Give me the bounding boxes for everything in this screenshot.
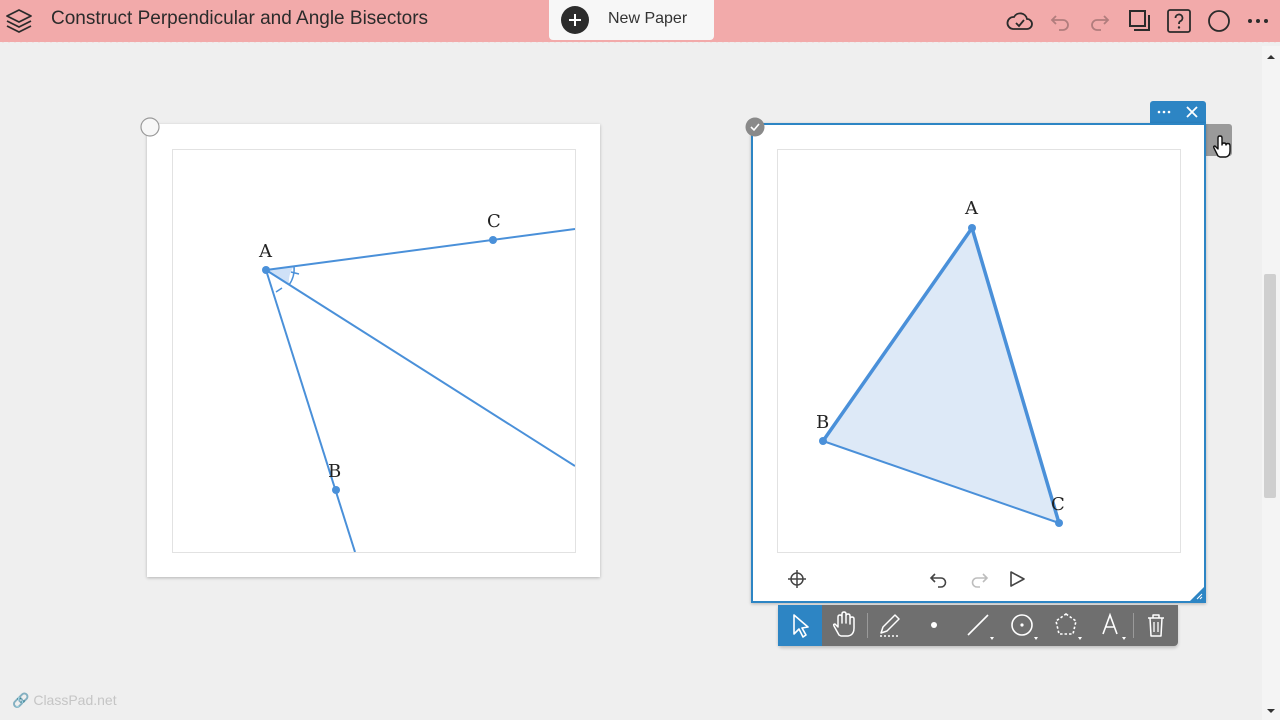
help-icon[interactable]	[1166, 8, 1192, 34]
top-bar-edge	[0, 40, 1280, 45]
layers-icon[interactable]	[4, 6, 34, 36]
card-window-controls	[1150, 101, 1206, 123]
new-paper-button[interactable]: New Paper	[549, 0, 714, 40]
geometry-toolbar	[778, 605, 1178, 646]
point-label-a: A	[964, 198, 979, 219]
undo-icon[interactable]	[1047, 8, 1073, 34]
polygon-tool[interactable]	[1044, 605, 1088, 646]
point-b[interactable]	[332, 486, 340, 494]
left-card-select-circle[interactable]	[140, 117, 160, 137]
pan-tool[interactable]	[822, 605, 866, 646]
circle-icon[interactable]	[1206, 8, 1232, 34]
new-paper-label: New Paper	[608, 10, 688, 27]
point-b[interactable]	[819, 437, 827, 445]
link-icon: 🔗	[12, 692, 30, 708]
more-icon[interactable]	[1153, 103, 1175, 121]
point-c[interactable]	[1055, 519, 1063, 527]
point-tool[interactable]	[912, 605, 956, 646]
arrow-cursor-icon	[793, 614, 809, 638]
right-geometry-card[interactable]: A B C	[751, 123, 1206, 603]
scrollbar-thumb[interactable]	[1264, 274, 1276, 498]
text-tool[interactable]	[1088, 605, 1132, 646]
pen-tool[interactable]	[868, 605, 912, 646]
polygon-icon	[1055, 613, 1082, 640]
angle-bisector-ray[interactable]	[265, 269, 575, 467]
point-label-b: B	[328, 461, 341, 482]
point-icon	[931, 622, 937, 628]
redo-icon[interactable]	[1087, 8, 1113, 34]
left-geometry-card[interactable]: A B C	[147, 124, 600, 577]
point-label-b: B	[816, 412, 829, 433]
resize-handle[interactable]	[1187, 584, 1205, 602]
point-label-a: A	[258, 241, 273, 262]
pen-icon	[880, 614, 900, 637]
more-icon[interactable]	[1245, 8, 1271, 34]
copy-pages-icon[interactable]	[1126, 8, 1152, 34]
redo-icon[interactable]	[968, 568, 990, 590]
watermark-text: ClassPad.net	[33, 692, 117, 708]
delete-tool[interactable]	[1134, 605, 1178, 646]
text-icon	[1102, 612, 1126, 640]
line-tool[interactable]	[956, 605, 1000, 646]
ray-ab[interactable]	[265, 269, 356, 552]
point-c[interactable]	[489, 236, 497, 244]
hand-icon	[832, 611, 855, 637]
ray-ac[interactable]	[265, 228, 575, 271]
undo-icon[interactable]	[928, 568, 950, 590]
play-icon[interactable]	[1006, 568, 1028, 590]
left-geometry-canvas[interactable]: A B C	[172, 149, 576, 553]
hand-pointer-icon	[1212, 135, 1231, 158]
circle-tool-icon	[1011, 614, 1038, 640]
point-label-c: C	[1051, 494, 1065, 515]
trash-icon	[1148, 614, 1164, 637]
right-card-select-circle[interactable]	[745, 117, 765, 137]
point-label-c: C	[487, 211, 501, 232]
scroll-down-icon[interactable]	[1265, 706, 1277, 716]
right-geometry-canvas[interactable]: A B C	[777, 149, 1181, 553]
cloud-check-icon[interactable]	[1005, 8, 1035, 34]
plus-icon	[561, 6, 589, 34]
crosshair-icon[interactable]	[786, 568, 808, 590]
watermark: 🔗 ClassPad.net	[12, 692, 117, 709]
line-icon	[967, 614, 994, 640]
select-tool[interactable]	[778, 605, 822, 646]
close-icon[interactable]	[1181, 103, 1203, 121]
document-title[interactable]: Construct Perpendicular and Angle Bisect…	[51, 8, 428, 30]
point-a[interactable]	[968, 224, 976, 232]
scroll-up-icon[interactable]	[1265, 52, 1277, 62]
circle-tool[interactable]	[1000, 605, 1044, 646]
point-a[interactable]	[262, 266, 270, 274]
